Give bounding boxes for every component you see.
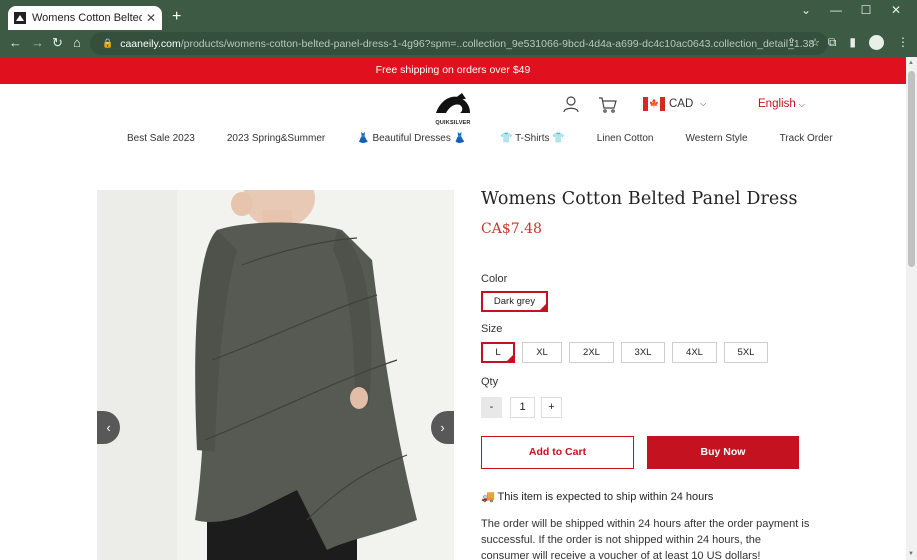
nav-item-track-order[interactable]: Track Order <box>780 133 833 144</box>
site-logo[interactable]: QUIKSILVER <box>432 91 474 126</box>
address-bar[interactable]: 🔒 caaneily.com/products/womens-cotton-be… <box>90 32 828 55</box>
chevron-down-icon: ⌵ <box>798 100 805 109</box>
bookmark-star-icon[interactable]: ☆ <box>810 36 820 49</box>
menu-kebab-icon[interactable]: ⋮ <box>897 35 909 50</box>
share-icon[interactable]: ⇪ <box>787 36 796 49</box>
sidebar-icon[interactable]: ▮ <box>849 35 856 50</box>
size-option-2xl[interactable]: 2XL <box>569 342 614 363</box>
close-tab-icon[interactable]: ✕ <box>146 11 156 25</box>
main-navigation: Best Sale 2023 2023 Spring&Summer 👗 Beau… <box>112 133 833 144</box>
chevron-down-icon: ⌵ <box>700 99 707 108</box>
buy-now-button[interactable]: Buy Now <box>647 436 799 469</box>
language-selector[interactable]: English ⌵ <box>758 98 805 110</box>
forward-icon[interactable]: → <box>31 35 44 51</box>
size-option-l[interactable]: L <box>481 342 515 363</box>
quiksilver-logo-icon <box>436 93 470 113</box>
scroll-down-icon[interactable]: ▼ <box>908 551 914 557</box>
profile-avatar-icon[interactable] <box>869 35 884 50</box>
product-price: CA$7.48 <box>481 221 542 237</box>
product-title: Womens Cotton Belted Panel Dress <box>481 189 798 209</box>
browser-tab[interactable]: Womens Cotton Belted Panel Dre ✕ <box>8 6 162 30</box>
nav-item-western-style[interactable]: Western Style <box>686 133 748 144</box>
close-window-icon[interactable]: ✕ <box>881 3 911 17</box>
extensions-icon[interactable]: ⧉ <box>828 35 837 50</box>
page-scrollbar[interactable]: ▲ ▼ <box>906 57 917 560</box>
size-option-3xl[interactable]: 3XL <box>621 342 665 363</box>
qty-label: Qty <box>481 376 499 388</box>
window-controls: ⌄ — ☐ ✕ <box>791 3 911 17</box>
browser-chrome: Womens Cotton Belted Panel Dre ✕ + ⌄ — ☐… <box>0 0 917 57</box>
size-option-4xl[interactable]: 4XL <box>672 342 717 363</box>
chevron-right-icon: › <box>440 420 445 435</box>
add-to-cart-button[interactable]: Add to Cart <box>481 436 634 469</box>
minimize-icon[interactable]: — <box>821 3 851 17</box>
currency-selector[interactable]: 🍁 CAD ⌵ <box>643 97 706 111</box>
nav-item-best-sale[interactable]: Best Sale 2023 <box>127 133 195 144</box>
reload-icon[interactable]: ↻ <box>52 35 63 51</box>
size-option-5xl[interactable]: 5XL <box>724 342 768 363</box>
tab-title: Womens Cotton Belted Panel Dre <box>32 12 142 24</box>
language-label: English <box>758 98 796 110</box>
chevron-down-icon[interactable]: ⌄ <box>791 3 821 17</box>
size-label: Size <box>481 323 503 335</box>
product-image[interactable] <box>97 190 454 560</box>
currency-code: CAD <box>669 98 694 110</box>
scroll-up-icon[interactable]: ▲ <box>908 60 914 66</box>
shipping-notice: 🚚 This item is expected to ship within 2… <box>481 491 714 503</box>
account-icon[interactable] <box>562 95 580 113</box>
new-tab-icon[interactable]: + <box>172 8 181 26</box>
qty-increase-button[interactable]: + <box>541 397 562 418</box>
nav-item-spring-summer[interactable]: 2023 Spring&Summer <box>227 133 325 144</box>
canada-flag-icon: 🍁 <box>643 97 665 111</box>
nav-item-beautiful-dresses[interactable]: 👗 Beautiful Dresses 👗 <box>357 133 466 144</box>
back-icon[interactable]: ← <box>9 35 22 51</box>
nav-item-linen-cotton[interactable]: Linen Cotton <box>597 133 654 144</box>
url-text: caaneily.com/products/womens-cotton-belt… <box>120 37 815 50</box>
size-option-xl[interactable]: XL <box>522 342 562 363</box>
home-icon[interactable]: ⌂ <box>73 35 81 51</box>
color-label: Color <box>481 273 508 285</box>
scrollbar-thumb[interactable] <box>908 71 915 267</box>
lock-icon: 🔒 <box>102 38 114 48</box>
qty-decrease-button[interactable]: - <box>481 397 502 418</box>
quiksilver-favicon-icon <box>14 12 26 24</box>
logo-wordmark: QUIKSILVER <box>435 120 471 126</box>
promo-banner: Free shipping on orders over $49 <box>0 57 906 84</box>
shipping-detail: The order will be shipped within 24 hour… <box>481 518 810 560</box>
maximize-icon[interactable]: ☐ <box>851 3 881 17</box>
product-photo-illustration <box>97 190 454 560</box>
toolbar: ← → ↻ ⌂ 🔒 caaneily.com/products/womens-c… <box>0 30 917 57</box>
nav-item-t-shirts[interactable]: 👕 T-Shirts 👕 <box>500 133 565 144</box>
qty-input[interactable]: 1 <box>510 397 535 418</box>
color-option-dark-grey[interactable]: Dark grey <box>481 291 548 312</box>
cart-icon[interactable] <box>598 96 617 113</box>
chevron-left-icon: ‹ <box>106 420 111 435</box>
